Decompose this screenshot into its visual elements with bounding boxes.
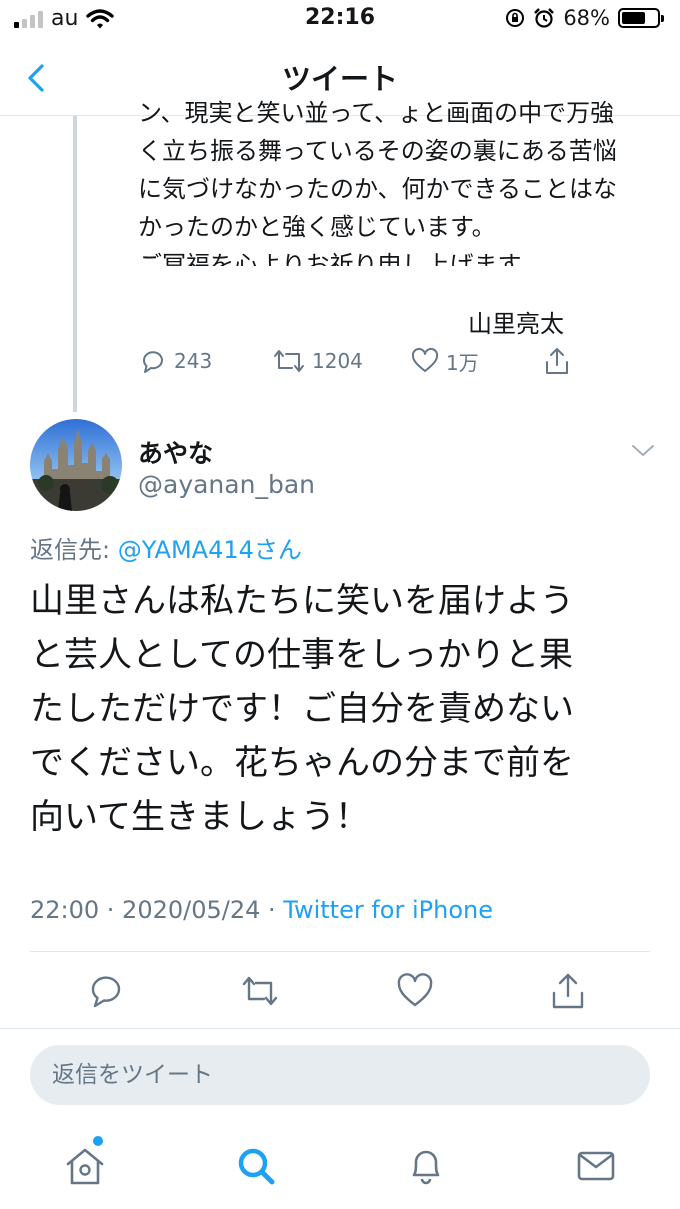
reply-context: 返信先: @YAMA414さん	[30, 530, 302, 565]
avatar[interactable]	[30, 419, 122, 511]
battery-icon	[618, 8, 664, 28]
parent-tweet-line: ン、現実と笑い並って、ょと画面の中で万強	[138, 99, 615, 127]
parent-tweet-line: く立ち振る舞っているその姿の裏にある苦悩	[138, 137, 617, 165]
share-icon[interactable]	[548, 971, 588, 1011]
reply-count: 243	[174, 349, 213, 373]
tweet-timestamp: 22:00 · 2020/05/24 ·	[30, 896, 284, 924]
reply-compose-box[interactable]	[30, 1045, 650, 1105]
like-count: 1万	[446, 350, 479, 375]
parent-tweet-line: に気づけなかったのか、何かできることはな	[138, 175, 618, 203]
page-title: ツイート	[281, 62, 398, 96]
parent-tweet-line: かったのかと強く感じています。	[138, 213, 496, 241]
parent-tweet-signature: 山里亮太	[468, 310, 564, 338]
retweet-icon	[274, 350, 304, 372]
rotation-lock-icon	[506, 9, 525, 27]
like-icon	[411, 347, 439, 372]
tweet-text-line: たしただけです！ご自分を責めない	[30, 689, 574, 729]
tweet-source-link[interactable]: Twitter for iPhone	[283, 896, 493, 924]
divider	[30, 951, 650, 952]
share-button[interactable]	[542, 346, 572, 376]
status-bar: au 22:16 68%	[0, 0, 680, 38]
like-button[interactable]: 1万	[410, 346, 479, 376]
divider	[0, 1028, 680, 1029]
parent-tweet-line: ご冥福を心よりお祈り申し上げます。	[138, 251, 544, 266]
retweet-count: 1204	[312, 349, 363, 373]
new-content-dot	[93, 1136, 103, 1146]
status-right: 68%	[505, 6, 664, 30]
tweet-text-line: 山里さんは私たちに笑いを届けよう	[30, 581, 574, 621]
battery-percent: 68%	[563, 6, 610, 30]
parent-tweet-actions: 243 1204 1万	[138, 346, 588, 386]
home-icon[interactable]	[63, 1144, 107, 1188]
notifications-icon[interactable]	[404, 1144, 448, 1188]
reply-input[interactable]	[30, 1045, 650, 1105]
reply-icon[interactable]	[87, 971, 127, 1011]
tweet-text-line: と芸人としての仕事をしっかりと果	[30, 635, 573, 675]
reply-icon	[143, 351, 163, 373]
alarm-icon	[534, 8, 555, 28]
reply-mention-link[interactable]: @YAMA414さん	[118, 536, 302, 564]
retweet-button[interactable]: 1204	[272, 346, 363, 376]
retweet-icon[interactable]	[240, 971, 280, 1011]
reply-button[interactable]: 243	[138, 346, 212, 376]
tweet-text-line: 向いて生きましょう！	[30, 797, 369, 837]
messages-icon[interactable]	[574, 1144, 618, 1188]
parent-tweet-text: ン、現実と笑い並って、ょと画面の中で万強 く立ち振る舞っているその姿の裏にある苦…	[138, 96, 658, 266]
display-name[interactable]: あやな	[138, 434, 213, 470]
chevron-down-icon[interactable]	[628, 438, 658, 462]
reply-to-label: 返信先:	[30, 536, 111, 564]
avatar-image	[30, 419, 122, 511]
user-handle[interactable]: @ayanan_ban	[138, 470, 315, 499]
like-icon[interactable]	[395, 971, 435, 1011]
tweet-text: 山里さんは私たちに笑いを届けよう と芸人としての仕事をしっかりと果 たしただけで…	[30, 574, 650, 844]
tweet-text-line: でください。花ちゃんの分まで前を	[30, 743, 574, 783]
share-icon	[546, 348, 568, 374]
search-icon[interactable]	[234, 1144, 278, 1188]
tweet-meta: 22:00 · 2020/05/24 · Twitter for iPhone	[30, 896, 493, 924]
thread-connector	[73, 116, 77, 412]
